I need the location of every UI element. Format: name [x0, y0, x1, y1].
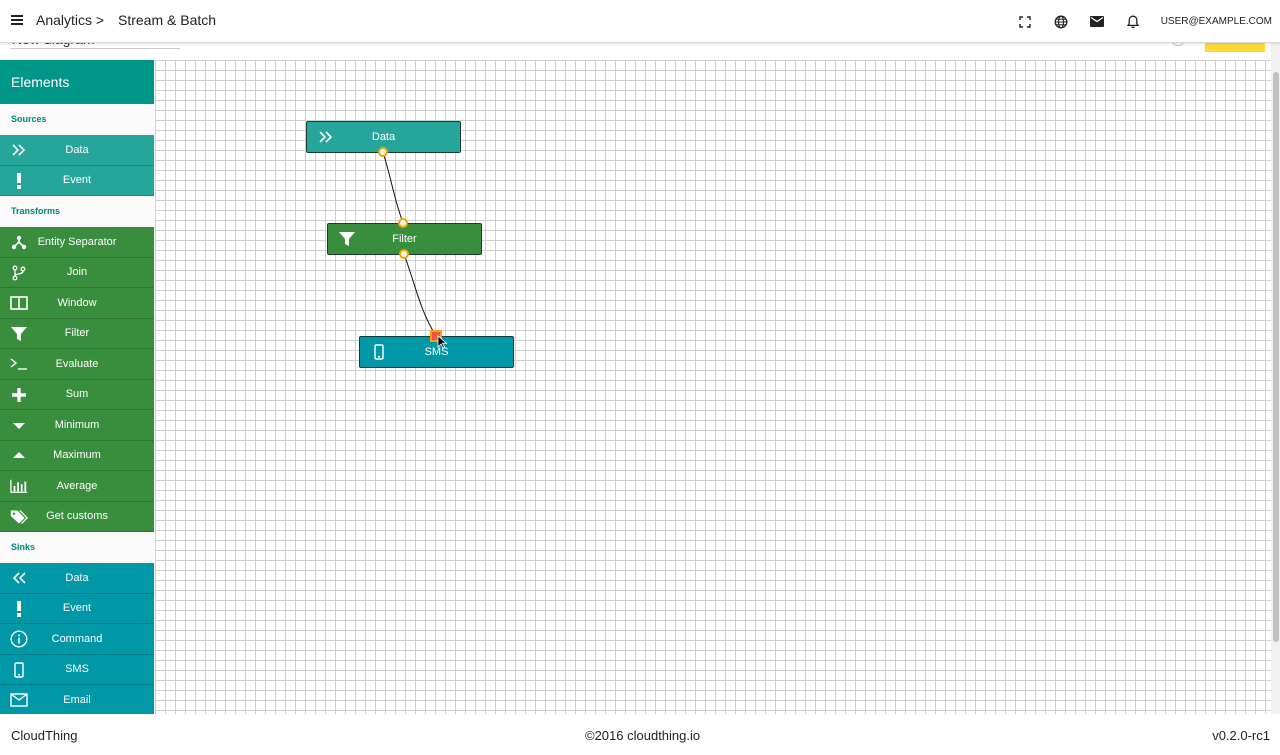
element-label: Entity Separator — [37, 235, 117, 248]
element-label: Minimum — [54, 418, 100, 431]
user-email[interactable]: USER@EXAMPLE.COM — [1161, 16, 1272, 27]
node-transform-filter[interactable]: Filter — [327, 223, 482, 255]
top-app-bar: Analytics > Stream & Batch USER@EXAMPLE.… — [0, 0, 1280, 43]
diagram-name-underline — [10, 48, 180, 49]
filter-icon — [10, 325, 28, 343]
bell-icon[interactable] — [1115, 0, 1151, 43]
element-label: Command — [51, 632, 103, 645]
diagram-canvas[interactable]: Data Filter SMS — [155, 60, 1271, 714]
double-chevron-right-icon — [10, 141, 28, 159]
connections — [382, 151, 437, 337]
breadcrumb-analytics[interactable]: Analytics > — [36, 12, 104, 28]
section-title-sources: Sources — [11, 114, 47, 124]
section-title-sinks: Sinks — [11, 542, 36, 552]
footer-copyright: ©2016 cloudthing.io — [585, 728, 701, 743]
node-sink-sms[interactable]: SMS — [359, 336, 514, 368]
footer-version: v0.2.0-rc1 — [1212, 728, 1270, 743]
terminal-icon — [10, 355, 28, 373]
connection-data-filter — [382, 151, 404, 224]
phone-icon — [370, 343, 388, 361]
element-transform-maximum[interactable]: Maximum — [0, 440, 154, 471]
element-transform-evaluate[interactable]: Evaluate — [0, 349, 154, 380]
ports-layer — [378, 147, 448, 349]
footer: CloudThing ©2016 cloudthing.io v0.2.0-rc… — [0, 714, 1280, 755]
element-label: Filter — [64, 327, 90, 340]
elements-sidebar: Elements Sources Data Event Transforms E… — [0, 60, 154, 714]
breadcrumb: Analytics > Stream & Batch — [36, 12, 216, 28]
element-label: Event — [62, 174, 92, 187]
element-transform-get-customs[interactable]: Get customs — [0, 501, 154, 532]
element-label: Evaluate — [55, 357, 99, 370]
exclamation-icon — [10, 600, 28, 618]
element-label: Maximum — [53, 449, 101, 462]
filter-icon — [338, 230, 356, 248]
element-sink-data[interactable]: Data — [0, 563, 154, 594]
element-sink-email[interactable]: Email — [0, 685, 154, 714]
node-label: SMS — [424, 346, 449, 358]
exclamation-icon — [10, 172, 28, 190]
element-sink-sms[interactable]: SMS — [0, 654, 154, 685]
double-chevron-right-icon — [317, 128, 335, 146]
element-sink-event[interactable]: Event — [0, 593, 154, 624]
element-label: Window — [57, 296, 97, 309]
double-chevron-left-icon — [10, 569, 28, 587]
menu-icon[interactable] — [10, 13, 26, 29]
scrollbar-thumb[interactable] — [1273, 72, 1279, 642]
bar-chart-icon — [10, 477, 28, 495]
footer-brand: CloudThing — [11, 728, 78, 743]
fullscreen-icon[interactable] — [1007, 0, 1043, 43]
globe-icon[interactable] — [1043, 0, 1079, 43]
element-label: Email — [63, 693, 91, 706]
breadcrumb-current: Stream & Batch — [117, 12, 217, 28]
section-title-transforms: Transforms — [11, 206, 61, 216]
fork-icon — [10, 233, 28, 251]
caret-up-icon — [10, 447, 28, 465]
envelope-icon — [10, 691, 28, 709]
element-transform-average[interactable]: Average — [0, 471, 154, 502]
element-label: Get customs — [46, 510, 108, 523]
element-source-event[interactable]: Event — [0, 165, 154, 196]
element-label: Average — [56, 479, 98, 492]
element-sink-command[interactable]: Command — [0, 624, 154, 655]
element-transform-join[interactable]: Join — [0, 257, 154, 288]
window-icon — [10, 294, 28, 312]
node-label: Data — [371, 131, 396, 143]
element-transform-sum[interactable]: Sum — [0, 379, 154, 410]
node-source-data[interactable]: Data — [306, 121, 461, 153]
plus-icon — [10, 386, 28, 404]
element-label: Data — [65, 143, 89, 156]
branch-icon — [10, 264, 28, 282]
phone-icon — [10, 661, 28, 679]
connection-filter-sms — [403, 253, 437, 337]
element-label: Sum — [65, 388, 89, 401]
element-label: Event — [62, 602, 92, 615]
element-source-data[interactable]: Data — [0, 135, 154, 166]
element-transform-entity-separator[interactable]: Entity Separator — [0, 227, 154, 258]
tags-icon — [10, 508, 28, 526]
node-label: Filter — [392, 233, 417, 245]
elements-title: Elements — [0, 60, 154, 104]
caret-down-icon — [10, 416, 28, 434]
element-label: Join — [66, 266, 88, 279]
element-transform-filter[interactable]: Filter — [0, 318, 154, 349]
element-transform-window[interactable]: Window — [0, 288, 154, 319]
mail-icon[interactable] — [1079, 0, 1115, 43]
element-label: SMS — [65, 663, 89, 676]
element-label: Data — [65, 571, 89, 584]
element-transform-minimum[interactable]: Minimum — [0, 410, 154, 441]
top-toolbar: USER@EXAMPLE.COM — [1007, 0, 1280, 43]
info-icon — [10, 630, 28, 648]
